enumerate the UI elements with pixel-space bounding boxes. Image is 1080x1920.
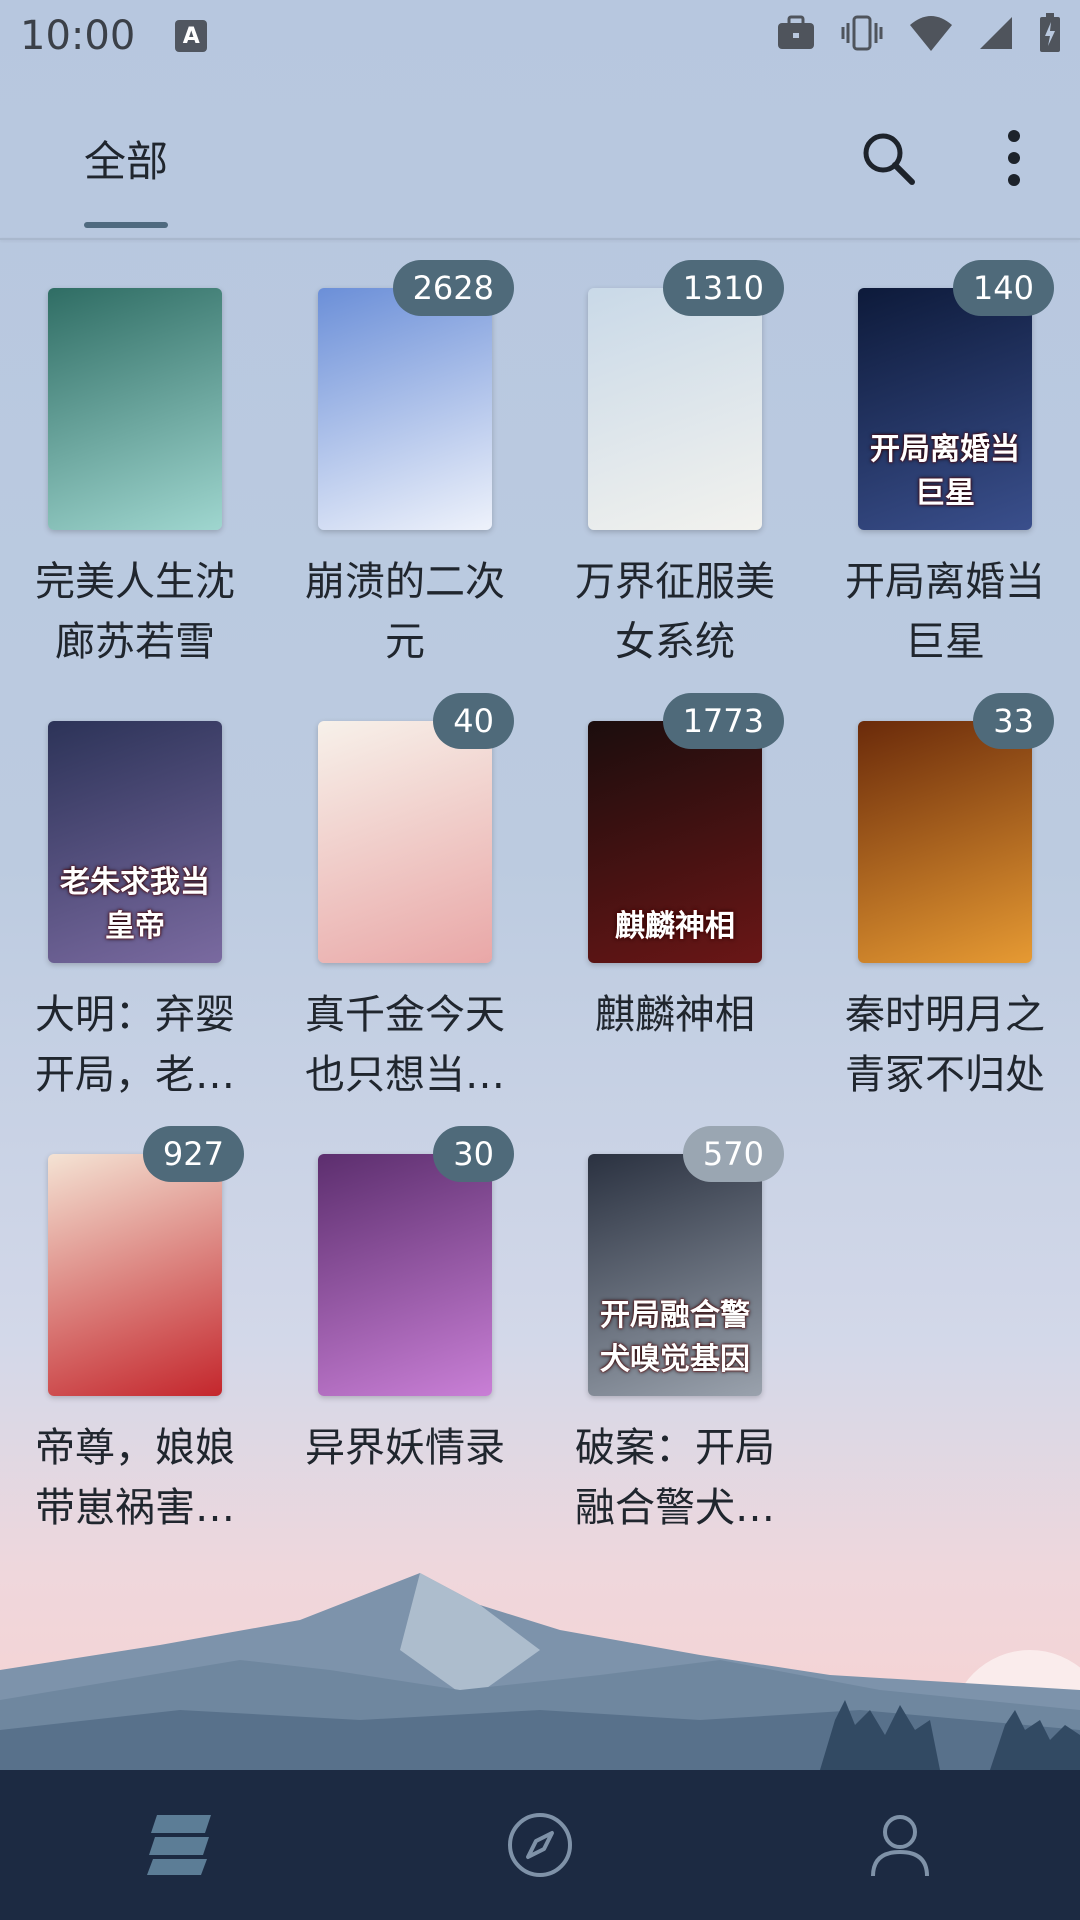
tab-indicator: [84, 222, 168, 228]
unread-count-badge: 2628: [392, 260, 514, 316]
book-title: 真千金今天也只想当咸鱼: [305, 992, 505, 1098]
book-title: 帝尊，娘娘带崽祸害三界了: [35, 1425, 235, 1531]
book-cover[interactable]: [588, 288, 762, 530]
book-title: 破案：开局融合警犬嗅觉基因: [575, 1425, 775, 1531]
vibrate-icon: [841, 15, 883, 51]
cover-title-text: 开局融合警犬嗅觉基因: [600, 1298, 750, 1377]
search-icon: [863, 133, 915, 185]
more-vert-icon: [1008, 130, 1020, 186]
book-title: 崩溃的二次元: [305, 559, 505, 665]
book-item[interactable]: 2628 崩溃的二次元: [270, 240, 540, 673]
briefcase-icon: [778, 15, 814, 49]
unread-count-badge: 140: [952, 260, 1054, 316]
cover-title-text: 开局离婚当巨星: [870, 432, 1020, 511]
unread-count-badge: 40: [433, 693, 514, 749]
signal-icon: [980, 17, 1012, 49]
unread-count-badge: 1773: [662, 693, 784, 749]
book-cover[interactable]: [318, 1154, 492, 1396]
battery-icon: [1040, 13, 1060, 52]
book-cover[interactable]: 开局离婚当巨星: [858, 288, 1032, 530]
cover-title-text: 老朱求我当皇帝: [60, 865, 210, 944]
profile-icon: [871, 1815, 929, 1877]
book-title: 麒麟神相: [595, 992, 755, 1038]
book-item[interactable]: 40 真千金今天也只想当咸鱼: [270, 673, 540, 1106]
top-app-bar: 全部: [0, 72, 1080, 240]
book-cover[interactable]: 开局融合警犬嗅觉基因: [588, 1154, 762, 1396]
book-title: 万界征服美女系统: [575, 559, 775, 665]
bottom-navigation: [0, 1770, 1080, 1920]
cover-title-text: 麒麟神相: [615, 909, 735, 944]
tab-all[interactable]: 全部: [84, 128, 168, 189]
book-cover[interactable]: 麒麟神相: [588, 721, 762, 963]
unread-count-badge: 1310: [662, 260, 784, 316]
book-title: 异界妖情录: [305, 1425, 505, 1471]
book-title: 开局离婚当巨星: [845, 559, 1045, 665]
book-title: 完美人生沈廊苏若雪: [35, 559, 235, 665]
discover-compass-icon: [508, 1813, 572, 1877]
book-item[interactable]: 开局融合警犬嗅觉基因 570 破案：开局融合警犬嗅觉基因: [540, 1106, 810, 1539]
book-item[interactable]: 30 异界妖情录: [270, 1106, 540, 1539]
book-item[interactable]: 1310 万界征服美女系统: [540, 240, 810, 673]
status-time: 10:00: [20, 13, 136, 59]
book-cover[interactable]: [48, 1154, 222, 1396]
status-bar: 10:00 A: [0, 0, 1080, 72]
status-icons: [776, 12, 1062, 54]
bookshelf-icon: [147, 1815, 211, 1875]
book-item[interactable]: 老朱求我当皇帝大明：弃婴开局，老朱求我当皇帝: [0, 673, 270, 1106]
unread-count-badge: 927: [142, 1126, 244, 1182]
book-item[interactable]: 927 帝尊，娘娘带崽祸害三界了: [0, 1106, 270, 1539]
book-item[interactable]: 完美人生沈廊苏若雪: [0, 240, 270, 673]
keyboard-a-icon: A: [175, 20, 208, 52]
unread-count-badge: 33: [973, 693, 1054, 749]
wifi-icon: [910, 16, 952, 51]
search-button[interactable]: [858, 128, 918, 188]
unread-count-badge: 570: [682, 1126, 784, 1182]
nav-bookshelf[interactable]: [130, 1795, 230, 1895]
book-title: 秦时明月之青冢不归处: [845, 992, 1045, 1098]
book-item[interactable]: 麒麟神相 1773 麒麟神相: [540, 673, 810, 1106]
book-item[interactable]: 33 秦时明月之青冢不归处: [810, 673, 1080, 1106]
mountain-background: [0, 1573, 1080, 1770]
unread-count-badge: 30: [433, 1126, 514, 1182]
book-cover[interactable]: [48, 288, 222, 530]
more-options-button[interactable]: [996, 128, 1032, 188]
book-cover[interactable]: [318, 288, 492, 530]
nav-profile[interactable]: [850, 1795, 950, 1895]
book-title: 大明：弃婴开局，老朱求我当皇帝: [35, 992, 235, 1098]
book-cover[interactable]: 老朱求我当皇帝: [48, 721, 222, 963]
book-cover[interactable]: [858, 721, 1032, 963]
book-cover[interactable]: [318, 721, 492, 963]
book-item[interactable]: 开局离婚当巨星 140 开局离婚当巨星: [810, 240, 1080, 673]
nav-discover[interactable]: [490, 1795, 590, 1895]
